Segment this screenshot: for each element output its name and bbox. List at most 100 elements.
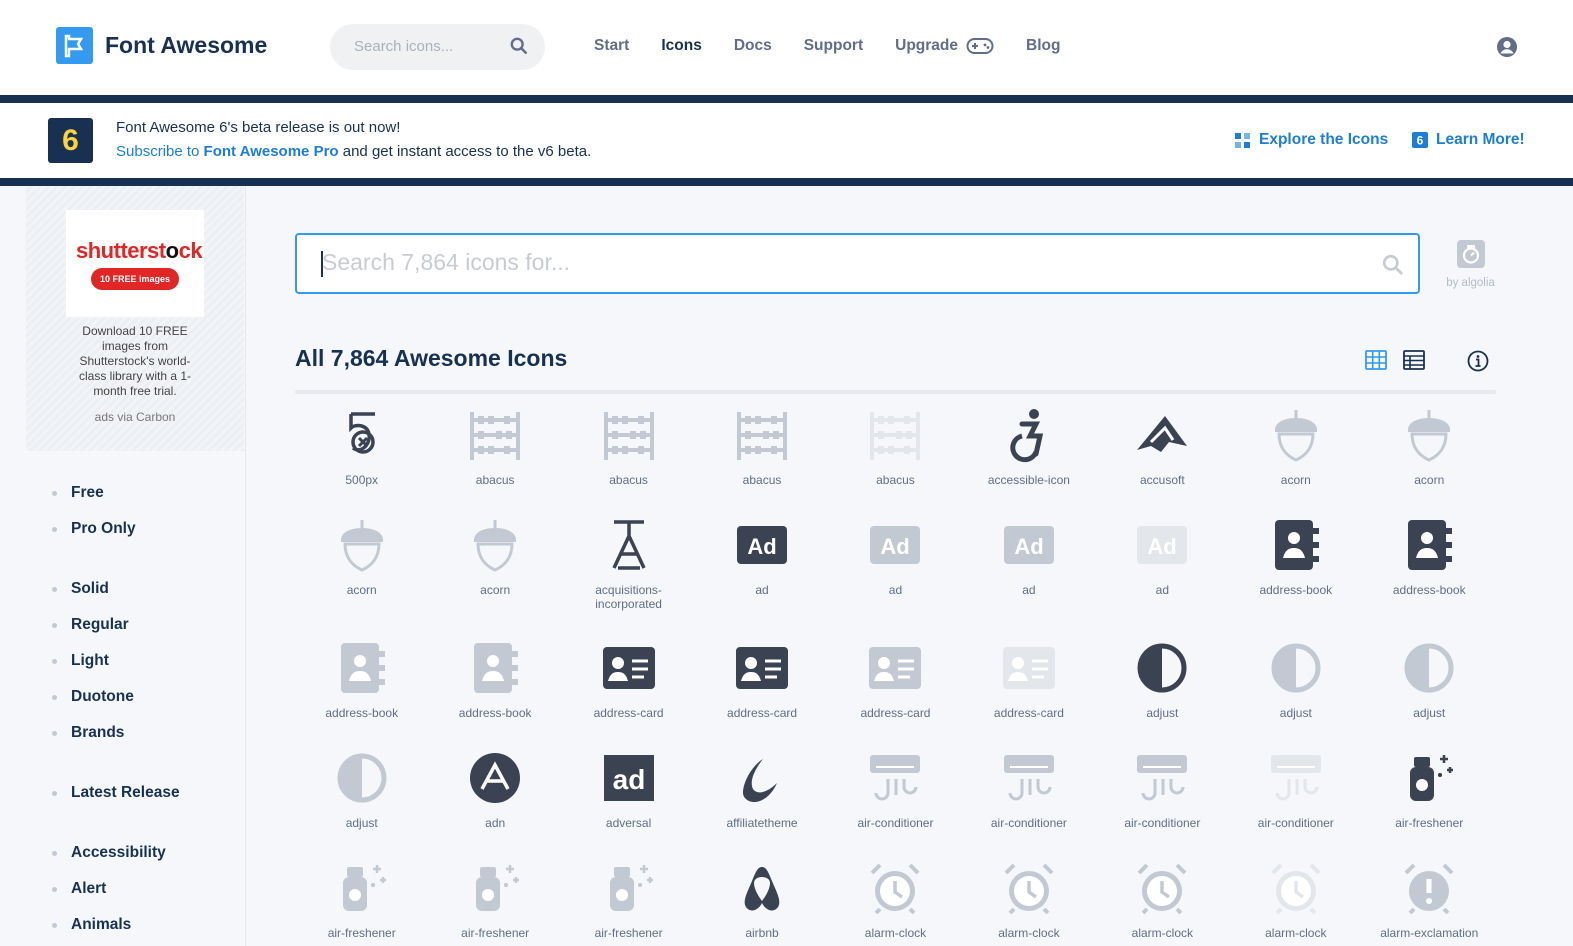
icon-cell[interactable]: acorn [1363,405,1496,487]
subscribe-link[interactable]: Subscribe to [116,143,204,160]
brand-name[interactable]: Font Awesome [105,32,267,59]
icon-cell[interactable]: abacus [695,405,828,487]
icon-label: acorn [1414,473,1445,487]
free-images-pill: 10 FREE images [91,268,179,290]
svg-text:Ad: Ad [1014,534,1043,559]
icon-cell[interactable]: abacus [829,405,962,487]
icon-cell[interactable]: alarm-clock [962,858,1095,940]
acorn-icon [332,515,392,575]
icon-cell[interactable]: alarm-clock [829,858,962,940]
icon-cell[interactable]: address-book [1229,515,1362,597]
icon-cell[interactable]: 500px [295,405,428,487]
icon-cell[interactable]: air-conditioner [1229,748,1362,830]
learn-more-link[interactable]: 6 Learn More! [1412,131,1525,149]
icon-cell[interactable]: alarm-clock [1096,858,1229,940]
icon-cell[interactable]: Ad ad [829,515,962,597]
icon-cell[interactable]: acorn [428,515,561,597]
icon-cell[interactable]: affiliatetheme [695,748,828,830]
filter-pro-only[interactable]: Pro Only [52,520,136,538]
nav-docs[interactable]: Docs [734,37,772,55]
icon-cell[interactable]: abacus [562,405,695,487]
font-awesome-pro-link[interactable]: Font Awesome Pro [204,143,339,160]
header-search-input[interactable]: Search icons... [330,24,545,70]
icon-cell[interactable]: Ad ad [695,515,828,597]
icon-cell[interactable]: address-card [695,638,828,720]
nav-upgrade[interactable]: Upgrade [895,37,994,55]
category-alert[interactable]: Alert [51,880,106,898]
icon-cell[interactable]: acorn [295,515,428,597]
icon-cell[interactable]: address-card [829,638,962,720]
icon-cell[interactable]: airbnb [695,858,828,940]
icon-label: airbnb [745,926,779,940]
icon-cell[interactable]: ad adversal [562,748,695,830]
icon-cell[interactable]: acorn [1229,405,1362,487]
filter-light[interactable]: Light [52,652,109,670]
table-view-icon[interactable] [1403,350,1425,370]
icon-cell[interactable]: address-book [428,638,561,720]
filter-duotone[interactable]: Duotone [52,688,134,706]
icon-cell[interactable]: abacus [428,405,561,487]
main-nav: Start Icons Docs Support Upgrade Blog [594,37,1092,55]
nav-icons[interactable]: Icons [661,37,701,55]
filter-regular[interactable]: Regular [52,616,129,634]
search-icon[interactable] [510,37,528,55]
filter-latest-release[interactable]: Latest Release [52,784,180,802]
acorn-icon [1266,405,1326,465]
search-icon[interactable] [1382,254,1404,276]
icon-cell[interactable]: Ad ad [1096,515,1229,597]
user-circle-icon[interactable] [1496,36,1518,58]
category-accessibility[interactable]: Accessibility [52,844,166,862]
icon-cell[interactable]: air-freshener [295,858,428,940]
icons-grid-icon [1235,132,1250,148]
filter-brands[interactable]: Brands [51,724,124,742]
grid-view-icon[interactable] [1365,350,1387,370]
icon-search-input[interactable]: Search 7,864 icons for... [295,233,1420,294]
icon-label: acorn [480,583,511,597]
nav-support[interactable]: Support [804,37,863,55]
icon-cell[interactable]: address-card [962,638,1095,720]
icon-cell[interactable]: acquisitions-incorporated [562,515,695,611]
font-awesome-logo[interactable] [56,27,93,64]
icon-cell[interactable]: alarm-exclamation [1363,858,1496,940]
icon-label: adjust [1279,706,1312,720]
nav-blog[interactable]: Blog [1026,37,1060,55]
info-icon[interactable] [1467,350,1489,372]
icon-cell[interactable]: adjust [1363,638,1496,720]
algolia-badge[interactable]: by algolia [1443,240,1498,289]
flag-icon [64,34,83,57]
icon-cell[interactable]: air-conditioner [1096,748,1229,830]
air-freshener-icon [599,858,659,918]
icon-cell[interactable]: adjust [295,748,428,830]
category-animals[interactable]: Animals [51,916,131,934]
icon-cell[interactable]: air-conditioner [829,748,962,830]
filter-free[interactable]: Free [52,484,104,502]
icon-cell[interactable]: air-conditioner [962,748,1095,830]
acorn-icon [465,515,525,575]
nav-start[interactable]: Start [594,37,629,55]
ads-via-carbon[interactable]: ads via Carbon [66,410,204,424]
icon-cell[interactable]: adjust [1229,638,1362,720]
explore-icons-link[interactable]: Explore the Icons [1234,131,1388,149]
icon-cell[interactable]: alarm-clock [1229,858,1362,940]
icon-cell[interactable]: accessible-icon [962,405,1095,487]
icon-cell[interactable]: address-card [562,638,695,720]
icon-label: address-card [727,706,798,720]
alarm-clock-icon [999,858,1059,918]
icon-cell[interactable]: adn [428,748,561,830]
icon-label: air-conditioner [1124,816,1201,830]
icon-cell[interactable]: Ad ad [962,515,1095,597]
icon-cell[interactable]: air-freshener [562,858,695,940]
icon-label: abacus [475,473,515,487]
icon-cell[interactable]: adjust [1096,638,1229,720]
icon-label: abacus [609,473,648,487]
icon-cell[interactable]: address-book [295,638,428,720]
icon-cell[interactable]: address-book [1363,515,1496,597]
icon-cell[interactable]: air-freshener [1363,748,1496,830]
icon-cell[interactable]: accusoft [1096,405,1229,487]
ad-icon: Ad [732,515,792,575]
shutterstock-ad-image[interactable]: shutterstock 10 FREE images [66,210,204,317]
icon-cell[interactable]: air-freshener [428,858,561,940]
alarm-clock-icon [1132,858,1192,918]
ad-text[interactable]: Download 10 FREE images from Shutterstoc… [66,324,204,399]
filter-solid[interactable]: Solid [52,580,109,598]
